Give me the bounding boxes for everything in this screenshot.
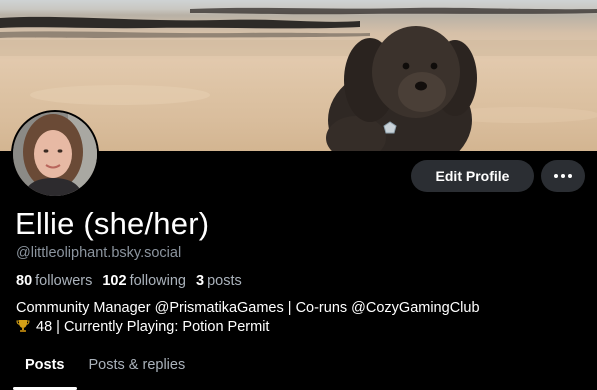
profile-bio: Community Manager @PrismatikaGames | Co-… <box>16 299 480 337</box>
tab-posts-and-replies[interactable]: Posts & replies <box>77 345 198 385</box>
profile-handle[interactable]: @littleoliphant.bsky.social <box>16 245 181 261</box>
followers-label: followers <box>35 273 93 289</box>
tab-posts-label: Posts <box>25 357 65 373</box>
edit-profile-label: Edit Profile <box>435 168 510 184</box>
posts-stat: 3 posts <box>196 273 242 289</box>
bio-line-2: 48 | Currently Playing: Potion Permit <box>36 319 270 335</box>
bio-line-1: Community Manager @PrismatikaGames | Co-… <box>16 300 480 316</box>
tab-posts-and-replies-label: Posts & replies <box>88 357 186 373</box>
trophy-icon <box>16 320 30 332</box>
avatar[interactable] <box>11 110 99 198</box>
avatar-photo <box>13 112 97 196</box>
following-label: following <box>129 273 186 289</box>
edit-profile-button[interactable]: Edit Profile <box>411 160 534 192</box>
display-name: Ellie (she/her) <box>15 206 210 241</box>
ellipsis-icon <box>554 174 572 178</box>
profile-page: Edit Profile Ellie (she/her) @littleolip… <box>0 0 597 390</box>
following-count: 102 <box>102 273 127 289</box>
following-stat[interactable]: 102 following <box>102 273 186 289</box>
profile-tabs: Posts Posts & replies <box>0 345 597 390</box>
tab-posts[interactable]: Posts <box>13 345 77 390</box>
followers-count: 80 <box>16 273 33 289</box>
followers-stat[interactable]: 80 followers <box>16 273 92 289</box>
bio-line-2-row: 48 | Currently Playing: Potion Permit <box>16 318 480 337</box>
more-options-button[interactable] <box>541 160 585 192</box>
profile-stats: 80 followers 102 following 3 posts <box>16 273 242 289</box>
posts-label: posts <box>207 273 242 289</box>
posts-count: 3 <box>195 273 205 289</box>
